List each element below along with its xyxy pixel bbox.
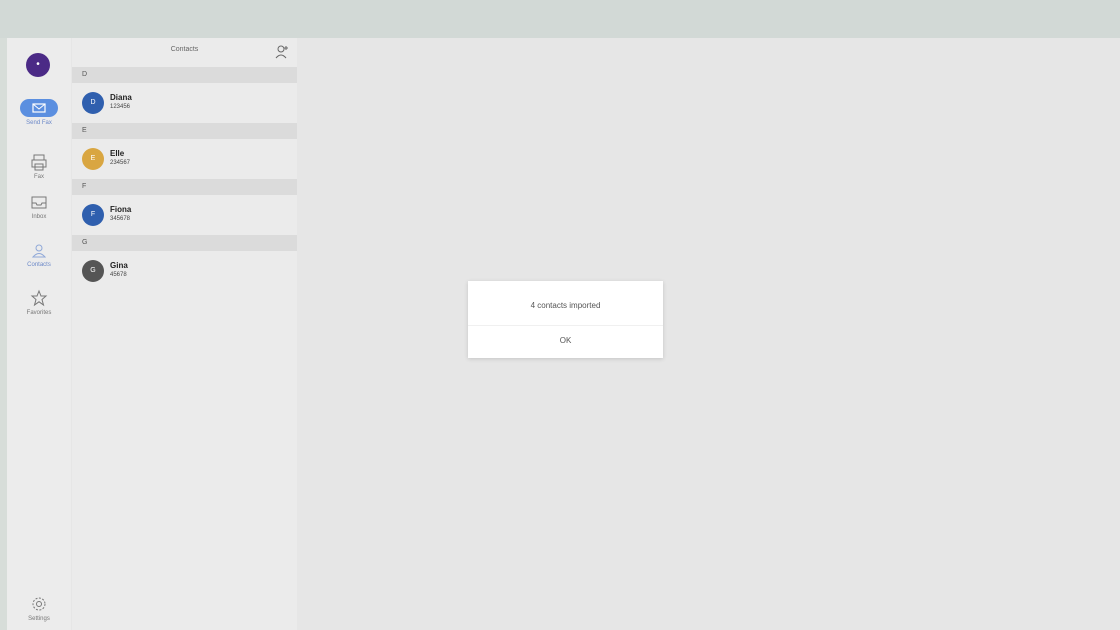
contact-avatar: G (82, 260, 104, 282)
contacts-title: Contacts (170, 46, 199, 53)
nav-inbox[interactable]: Inbox (7, 195, 71, 220)
user-avatar[interactable]: • (26, 53, 50, 77)
contact-name: Fiona (110, 205, 132, 214)
contacts-header: Contacts (72, 38, 297, 66)
nav-settings[interactable]: Settings (7, 595, 71, 622)
contact-name: Gina (110, 261, 128, 270)
window-titlebar (0, 0, 1120, 38)
contact-name: Diana (110, 93, 132, 102)
contact-number: 123456 (110, 104, 131, 110)
section-header-f: F (72, 179, 297, 195)
nav-fax-label: Fax (33, 174, 44, 180)
contact-number: 345678 (110, 216, 131, 222)
contact-number: 45678 (110, 272, 127, 278)
nav-fax[interactable]: Fax (7, 153, 71, 180)
fax-machine-icon (31, 154, 47, 171)
section-header-e: E (72, 123, 297, 139)
send-fax-pill (20, 99, 58, 117)
contact-item[interactable]: D Diana 123456 (72, 84, 297, 124)
ok-button[interactable]: OK (468, 331, 663, 351)
contacts-panel: Contacts D D Diana 123456 E E Elle 23456… (72, 38, 297, 630)
star-icon (30, 289, 48, 307)
contact-item[interactable]: G Gina 45678 (72, 252, 297, 292)
contact-avatar: E (82, 148, 104, 170)
nav-contacts[interactable]: Contacts (7, 243, 71, 268)
nav-contacts-label: Contacts (27, 262, 51, 268)
import-result-dialog: 4 contacts imported OK (468, 281, 663, 358)
app-window: • Send Fax Fax Inbox Contacts Favorites … (7, 38, 1120, 630)
add-contact-icon[interactable] (275, 44, 289, 60)
nav-send-fax[interactable]: Send Fax (7, 99, 71, 126)
nav-favorites-label: Favorites (26, 310, 52, 316)
nav-inbox-label: Inbox (31, 214, 47, 220)
contact-number: 234567 (110, 160, 131, 166)
contact-avatar: D (82, 92, 104, 114)
nav-send-fax-label: Send Fax (26, 120, 52, 126)
dialog-divider (468, 325, 663, 326)
contact-item[interactable]: F Fiona 345678 (72, 196, 297, 236)
nav-settings-label: Settings (28, 616, 50, 622)
nav-favorites[interactable]: Favorites (7, 289, 71, 316)
gear-icon (32, 597, 46, 611)
inbox-icon (31, 196, 47, 209)
contacts-icon (31, 244, 47, 258)
send-fax-icon (32, 103, 46, 113)
contact-item[interactable]: E Elle 234567 (72, 140, 297, 180)
contact-name: Elle (110, 149, 125, 158)
section-header-d: D (72, 67, 297, 83)
nav-rail: • Send Fax Fax Inbox Contacts Favorites … (7, 38, 71, 630)
section-header-g: G (72, 235, 297, 251)
dialog-message: 4 contacts imported (530, 301, 601, 310)
contact-avatar: F (82, 204, 104, 226)
